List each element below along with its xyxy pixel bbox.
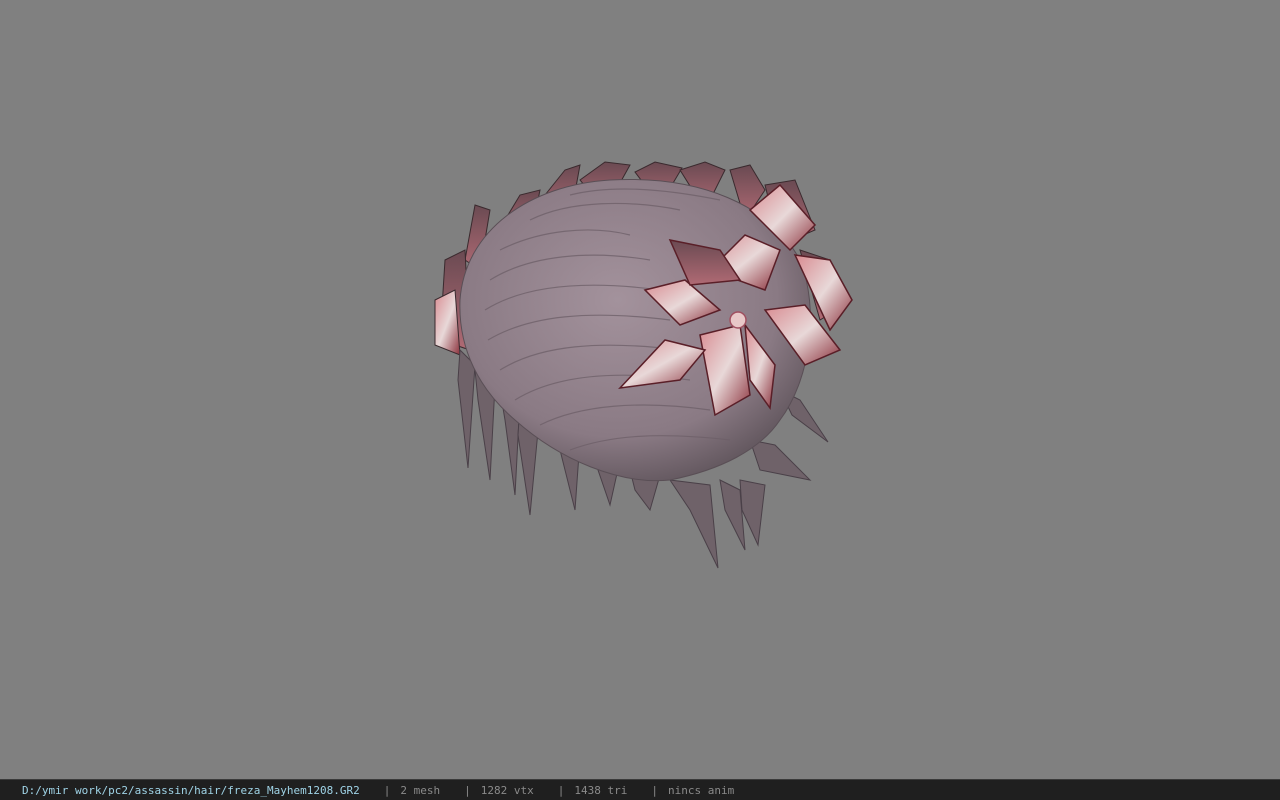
animation-status: nincs anim (667, 783, 735, 797)
separator: | (383, 783, 391, 797)
triangle-count: 1438 tri (574, 783, 628, 797)
status-bar: D:/ymir work/pc2/assassin/hair/freza_May… (0, 779, 1280, 800)
separator: | (651, 783, 658, 797)
hair-model-render[interactable] (420, 150, 880, 580)
mesh-count: 2 mesh (400, 783, 441, 797)
3d-viewport[interactable] (0, 0, 1280, 779)
vertex-count: 1282 vtx (480, 783, 534, 797)
separator: | (557, 783, 565, 797)
file-path: D:/ymir work/pc2/assassin/hair/freza_May… (22, 783, 360, 797)
separator: | (464, 783, 471, 797)
